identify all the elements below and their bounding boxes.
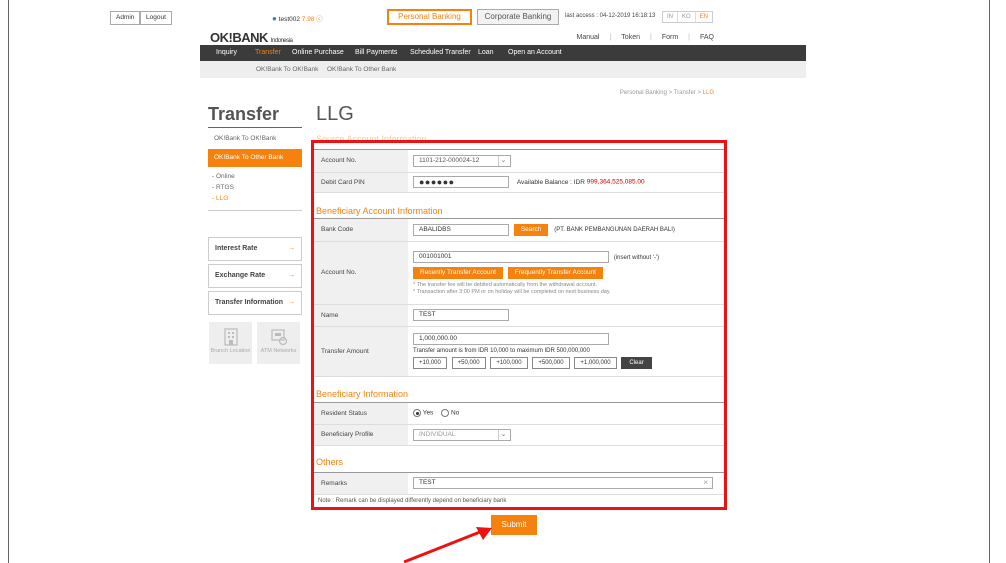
transfer-information-label: Transfer Information xyxy=(215,299,284,306)
language-switcher: IN KO EN xyxy=(662,11,714,23)
atm-networks-label: ATM Networks xyxy=(260,348,297,354)
interest-rate-label: Interest Rate xyxy=(215,245,258,252)
breadcrumb-sep: > xyxy=(697,90,701,96)
page-title: LLG xyxy=(316,103,354,125)
tab-personal-banking[interactable]: Personal Banking xyxy=(387,9,472,25)
top-links: Manual | Token | Form | FAQ xyxy=(576,34,715,41)
sidebar-sub-llg[interactable]: - LLG xyxy=(212,195,228,202)
atm-networks-tile[interactable]: ATM Networks xyxy=(257,322,300,364)
sidebar-divider xyxy=(208,210,302,211)
username: test002 xyxy=(278,16,300,23)
link-form[interactable]: Form xyxy=(662,34,678,41)
sidebar-sub-online[interactable]: - Online xyxy=(212,173,235,180)
atm-icon xyxy=(270,329,287,346)
user-info: ● test002 7.98 ⓒ xyxy=(272,13,323,23)
breadcrumb: Personal Banking > Transfer > LLG xyxy=(620,90,714,96)
nav-online-purchase[interactable]: Online Purchase xyxy=(292,45,344,61)
highlight-box xyxy=(311,140,727,510)
link-faq[interactable]: FAQ xyxy=(700,34,714,41)
nav-bill-payments[interactable]: Bill Payments xyxy=(355,45,397,61)
arrow-right-icon: → xyxy=(288,299,295,306)
sidebar-transfer-information[interactable]: Transfer Information → xyxy=(208,291,302,315)
breadcrumb-sep: > xyxy=(668,90,673,96)
admin-button[interactable]: Admin xyxy=(110,11,141,25)
link-manual[interactable]: Manual xyxy=(577,34,600,41)
points-icon: ⓒ xyxy=(316,16,323,23)
breadcrumb-personal[interactable]: Personal Banking xyxy=(620,90,667,96)
logo-text: OK!BANK xyxy=(210,30,268,45)
okbank-logo[interactable]: OK!BANK Indonesia xyxy=(210,30,293,45)
lang-in[interactable]: IN xyxy=(663,12,678,22)
nav-inquiry[interactable]: Inquiry xyxy=(216,45,237,61)
tab-corporate-banking[interactable]: Corporate Banking xyxy=(477,9,559,25)
arrow-right-icon: → xyxy=(288,245,295,252)
frame-border-left xyxy=(8,0,9,563)
branch-location-label: Branch Location xyxy=(210,348,251,354)
pointer-arrow-icon xyxy=(403,527,492,563)
lang-ko[interactable]: KO xyxy=(678,12,696,22)
main-nav: Inquiry Transfer Online Purchase Bill Pa… xyxy=(200,45,806,61)
sidebar-sub-rtgs[interactable]: - RTGS xyxy=(212,184,234,191)
sidebar-divider xyxy=(208,127,302,128)
building-icon xyxy=(223,328,238,346)
link-token[interactable]: Token xyxy=(621,34,640,41)
last-access: last access : 04-12-2019 16:18:13 xyxy=(565,13,656,19)
breadcrumb-llg: LLG xyxy=(702,90,714,96)
subnav-okbank-to-okbank[interactable]: OK!Bank To OK!Bank xyxy=(256,61,318,78)
branch-location-tile[interactable]: Branch Location xyxy=(209,322,252,364)
points-value: 7.98 xyxy=(301,16,315,23)
lang-en[interactable]: EN xyxy=(696,12,712,22)
subnav-okbank-to-other[interactable]: OK!Bank To Other Bank xyxy=(327,61,396,78)
exchange-rate-label: Exchange Rate xyxy=(215,272,266,279)
user-icon: ● xyxy=(272,14,277,23)
sidebar-item-okbank-to-okbank[interactable]: OK!Bank To OK!Bank xyxy=(214,135,276,142)
sidebar-item-okbank-to-other[interactable]: OK!Bank To Other Bank xyxy=(208,149,302,167)
frame-border-right xyxy=(989,0,990,563)
sidebar-title: Transfer xyxy=(208,104,280,124)
nav-scheduled-transfer[interactable]: Scheduled Transfer xyxy=(410,45,471,61)
sidebar-interest-rate[interactable]: Interest Rate → xyxy=(208,237,302,261)
breadcrumb-transfer[interactable]: Transfer xyxy=(674,90,696,96)
nav-open-account[interactable]: Open an Account xyxy=(508,45,562,61)
arrow-right-icon: → xyxy=(288,272,295,279)
logo-region: Indonesia xyxy=(270,38,293,44)
nav-transfer[interactable]: Transfer xyxy=(255,45,281,61)
logout-button[interactable]: Logout xyxy=(140,11,172,25)
sidebar-exchange-rate[interactable]: Exchange Rate → xyxy=(208,264,302,288)
sub-nav: OK!Bank To OK!Bank OK!Bank To Other Bank xyxy=(200,61,806,78)
nav-loan[interactable]: Loan xyxy=(478,45,494,61)
